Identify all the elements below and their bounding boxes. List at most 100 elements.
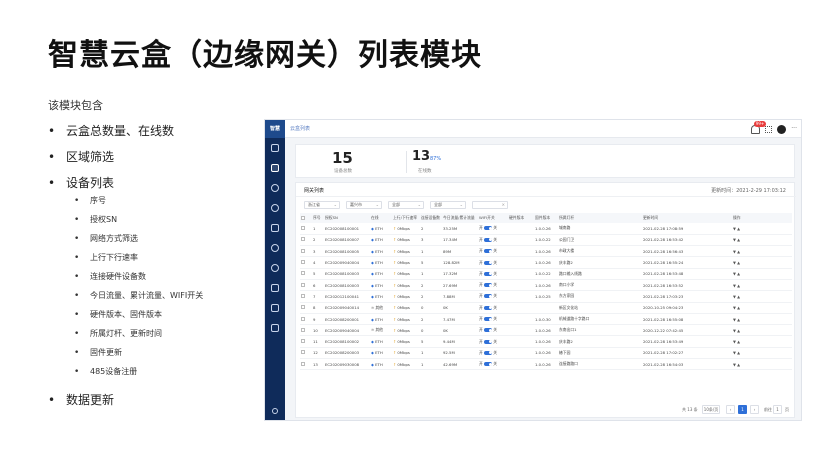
row-checkbox[interactable] — [301, 271, 305, 276]
firmware-update-icon[interactable]: ▼ — [733, 362, 736, 367]
row-checkbox[interactable] — [301, 237, 305, 242]
goto-page-input[interactable]: 1 — [773, 405, 782, 414]
row-checkbox[interactable] — [301, 248, 305, 253]
row-checkbox[interactable] — [301, 350, 305, 355]
device-register-icon[interactable]: ▲ — [737, 317, 740, 322]
row-checkbox[interactable] — [301, 282, 305, 287]
firmware-update-icon[interactable]: ▼ — [733, 226, 736, 231]
sidebar — [265, 138, 285, 420]
wifi-toggle[interactable] — [484, 362, 493, 367]
select-all-checkbox[interactable] — [301, 215, 305, 220]
device-register-icon[interactable]: ▲ — [737, 305, 740, 310]
firmware-update-icon[interactable]: ▼ — [733, 260, 736, 265]
device-register-icon[interactable]: ▲ — [737, 294, 740, 299]
plug-icon[interactable] — [271, 304, 279, 312]
page-size-select[interactable]: 10条/页 — [702, 405, 720, 414]
camera-icon[interactable] — [271, 284, 279, 292]
column-header: 在线 — [370, 213, 392, 223]
wifi-toggle[interactable] — [484, 305, 493, 310]
monitor-icon[interactable] — [271, 224, 279, 232]
row-checkbox[interactable] — [301, 293, 305, 298]
settings-icon[interactable] — [271, 204, 279, 212]
device-register-icon[interactable]: ▲ — [737, 271, 740, 276]
wifi-toggle[interactable] — [484, 294, 493, 299]
row-network: ◆ ETH — [370, 223, 392, 235]
firmware-update-icon[interactable]: ▼ — [733, 283, 736, 288]
bullet-text: 485设备注册 — [90, 367, 138, 376]
wifi-toggle[interactable] — [484, 260, 493, 265]
row-checkbox[interactable] — [301, 225, 305, 230]
wifi-toggle[interactable] — [484, 339, 493, 344]
grid-icon[interactable] — [765, 125, 773, 133]
sub-bullet-item: • 硬件版本、固件版本 — [74, 309, 162, 320]
status-select[interactable]: 全部 ⌄ — [430, 201, 466, 209]
firmware-update-icon[interactable]: ▼ — [733, 305, 736, 310]
device-register-icon[interactable]: ▲ — [737, 350, 740, 355]
next-page-button[interactable]: › — [750, 405, 759, 414]
device-register-icon[interactable]: ▲ — [737, 260, 740, 265]
wifi-toggle[interactable] — [484, 249, 493, 254]
rate-value: 0Mbps — [397, 282, 410, 288]
bullet-dot: • — [74, 291, 80, 301]
district-select[interactable]: 全部 ⌄ — [388, 201, 424, 209]
city-select[interactable]: 嘉兴市 ⌄ — [346, 201, 382, 209]
refresh-time[interactable]: 更新时间：2021-2-29 17:03:12 — [711, 187, 786, 194]
device-register-icon[interactable]: ▲ — [737, 328, 740, 333]
more-icon[interactable]: ··· — [791, 126, 797, 132]
row-checkbox[interactable] — [301, 260, 305, 265]
firmware-update-icon[interactable]: ▼ — [733, 339, 736, 344]
firmware-update-icon[interactable]: ▼ — [733, 249, 736, 254]
row-rate: ↑ 0Mbps — [392, 268, 420, 280]
wifi-toggle[interactable] — [484, 283, 493, 288]
rate-value: 0Mbps — [397, 327, 410, 333]
wifi-toggle[interactable] — [484, 328, 493, 333]
column-header: 授权SN — [324, 213, 370, 223]
device-register-icon[interactable]: ▲ — [737, 226, 740, 231]
row-checkbox[interactable] — [301, 327, 305, 332]
row-checkbox[interactable] — [301, 361, 305, 366]
firmware-update-icon[interactable]: ▼ — [733, 350, 736, 355]
device-register-icon[interactable]: ▲ — [737, 249, 740, 254]
row-device-count: 0 — [420, 324, 442, 337]
device-register-icon[interactable]: ▲ — [737, 237, 740, 242]
row-hw-version — [508, 268, 534, 280]
province-select[interactable]: 浙江省 ⌄ — [304, 201, 340, 209]
row-checkbox[interactable] — [301, 305, 305, 310]
breadcrumb[interactable]: 云盒列表 — [290, 125, 310, 132]
bullet-dot: • — [74, 310, 80, 320]
row-hw-version — [508, 279, 534, 292]
device-register-icon[interactable]: ▲ — [737, 339, 740, 344]
gateway-icon[interactable] — [271, 164, 279, 172]
layers-icon[interactable] — [271, 324, 279, 332]
firmware-update-icon[interactable]: ▼ — [733, 294, 736, 299]
avatar[interactable] — [777, 124, 787, 134]
device-register-icon[interactable]: ▲ — [737, 362, 740, 367]
device-register-icon[interactable]: ▲ — [737, 283, 740, 288]
row-pole: 路口输入线路 — [558, 268, 642, 280]
table-row: 5 EC202008100003 ◆ ETH ↑ 0Mbps 1 17.32M 开 关 1.0… — [300, 268, 792, 280]
wifi-toggle[interactable] — [484, 317, 493, 322]
row-checkbox[interactable] — [301, 339, 305, 344]
prev-page-button[interactable]: ‹ — [726, 405, 735, 414]
wifi-toggle[interactable] — [484, 271, 493, 276]
row-index: 3 — [312, 245, 324, 258]
bell-icon[interactable]: 99+ — [751, 120, 767, 134]
sub-bullet-item: • 授权SN — [74, 214, 117, 225]
firmware-update-icon[interactable]: ▼ — [733, 237, 736, 242]
globe-icon[interactable] — [271, 184, 279, 192]
firmware-update-icon[interactable]: ▼ — [733, 317, 736, 322]
search-input[interactable]: × — [472, 201, 508, 209]
chart-icon[interactable] — [271, 264, 279, 272]
firmware-update-icon[interactable]: ▼ — [733, 328, 736, 333]
row-checkbox[interactable] — [301, 316, 305, 321]
app-screenshot: 智慧 云盒列表 99+ ··· 15 设备总数 13 87% 在线数 网关列表 … — [264, 119, 802, 421]
wifi-toggle[interactable] — [484, 226, 493, 231]
row-hw-version — [508, 302, 534, 314]
wifi-toggle[interactable] — [484, 237, 493, 242]
clock-icon[interactable] — [271, 244, 279, 252]
wifi-toggle[interactable] — [484, 350, 493, 355]
collapse-icon[interactable] — [272, 408, 278, 414]
document-icon[interactable] — [271, 144, 279, 152]
page-button[interactable]: 1 — [738, 405, 747, 414]
firmware-update-icon[interactable]: ▼ — [733, 271, 736, 276]
